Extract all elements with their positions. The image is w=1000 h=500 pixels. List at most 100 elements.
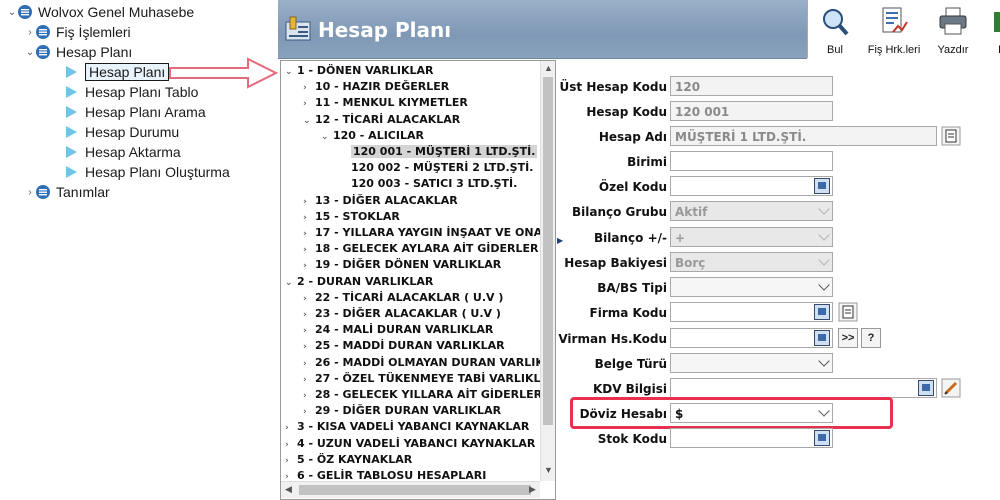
doviz-hesabi-select[interactable]: $ (670, 403, 833, 423)
bilanco-pm-select[interactable]: + (670, 227, 833, 247)
hesap-adi-field[interactable]: MÜŞTERİ 1 LTD.ŞTİ. (670, 126, 937, 146)
chevron-right-icon[interactable]: › (303, 226, 315, 242)
chevron-right-icon[interactable]: › (303, 356, 315, 372)
more-button[interactable]: I (984, 4, 1000, 56)
stok-kodu-field[interactable] (670, 428, 833, 448)
tree-row[interactable]: 120 003 - SATICI 3 LTD.ŞTİ. (339, 176, 517, 192)
chevron-right-icon[interactable]: › (303, 388, 315, 404)
chevron-right-icon[interactable]: › (303, 80, 315, 96)
birimi-field[interactable] (670, 151, 833, 171)
scroll-left-icon[interactable]: ◀ (285, 484, 292, 495)
chevron-right-icon[interactable]: › (303, 194, 315, 210)
voucher-movements-button[interactable]: Fiş Hrk.leri (866, 4, 922, 56)
scroll-thumb[interactable] (299, 485, 531, 495)
tree-row[interactable]: ⌄ 12 - TİCARİ ALACAKLAR (303, 112, 460, 128)
chevron-right-icon[interactable]: › (303, 242, 315, 258)
account-tree[interactable]: ⌄ 1 - DÖNEN VARLIKLAR › 10 - HAZIR DEĞERLER… (280, 60, 556, 500)
chevron-right-icon[interactable]: › (24, 186, 36, 198)
print-button[interactable]: Yazdır (928, 4, 978, 56)
tree-row[interactable]: › 24 - MALİ DURAN VARLIKLAR (303, 322, 493, 338)
kdv-bilgisi-field[interactable] (670, 378, 937, 398)
tree-row[interactable]: › 5 - ÖZ KAYNAKLAR (285, 452, 412, 468)
hesap-bakiyesi-select[interactable]: Borç (670, 252, 833, 272)
chevron-right-icon[interactable]: › (303, 372, 315, 388)
tree-row[interactable]: › 4 - UZUN VADELİ YABANCI KAYNAKLAR (285, 436, 535, 452)
ust-hesap-kodu-field[interactable]: 120 (670, 76, 833, 96)
chevron-right-icon[interactable]: › (303, 339, 315, 355)
chevron-right-icon[interactable]: › (303, 210, 315, 226)
nav-item-tanimlar[interactable]: › Tanımlar (24, 182, 109, 202)
tree-row[interactable]: › 26 - MADDİ OLMAYAN DURAN VARLIKLAR (303, 355, 555, 372)
lookup-icon[interactable] (814, 304, 830, 320)
nav-child-hesap-plani-arama[interactable]: Hesap Planı Arama (66, 102, 206, 122)
chevron-right-icon[interactable]: › (303, 96, 315, 112)
chevron-right-icon[interactable]: › (303, 258, 315, 274)
tree-row[interactable]: ⌄ 120 - ALICILAR (321, 128, 424, 144)
next-button[interactable]: >> (838, 328, 858, 348)
tree-row[interactable]: › 25 - MADDİ DURAN VARLIKLAR (303, 338, 505, 354)
nav-child-hesap-aktarma[interactable]: Hesap Aktarma (66, 142, 181, 162)
nav-item-fis-islemleri[interactable]: › Fiş İşlemleri (24, 22, 130, 42)
tree-row[interactable]: › 15 - STOKLAR (303, 209, 400, 225)
nav-child-hesap-plani-olusturma[interactable]: Hesap Planı Oluşturma (66, 162, 230, 182)
scroll-up-icon[interactable]: ▲ (544, 63, 553, 73)
lookup-icon[interactable] (814, 330, 830, 346)
tree-row[interactable]: ⌄ 1 - DÖNEN VARLIKLAR (285, 63, 434, 79)
hesap-kodu-field[interactable]: 120 001 (670, 101, 833, 121)
vertical-scrollbar[interactable]: ▲ ▼ (540, 61, 555, 481)
chevron-right-icon[interactable]: › (303, 307, 315, 323)
chevron-right-icon[interactable]: › (303, 323, 315, 339)
note-icon[interactable] (838, 302, 858, 322)
tree-row[interactable]: ›18 - GELECEK AYLARA AİT GİDERLER VE GEL… (303, 241, 555, 258)
scroll-right-icon[interactable]: ▶ (529, 484, 536, 495)
nav-child-hesap-durumu[interactable]: Hesap Durumu (66, 122, 179, 142)
edit-pen-icon[interactable] (941, 378, 961, 398)
virman-hs-kodu-field[interactable] (670, 328, 833, 348)
tree-row[interactable]: › 22 - TİCARİ ALACAKLAR ( U.V ) (303, 290, 503, 306)
chevron-down-icon[interactable]: ⌄ (285, 64, 297, 80)
chevron-down-icon[interactable]: ⌄ (285, 275, 297, 291)
chevron-right-icon[interactable]: › (285, 453, 297, 469)
tree-row[interactable]: ⌄ 2 - DURAN VARLIKLAR (285, 274, 433, 290)
nav-item-hesap-plani[interactable]: ⌄ Hesap Planı (24, 42, 132, 62)
tree-row[interactable]: › 13 - DİĞER ALACAKLAR (303, 193, 458, 209)
chevron-right-icon[interactable]: › (303, 291, 315, 307)
bilanco-grubu-select[interactable]: Aktif (670, 201, 833, 221)
chevron-right-icon[interactable]: › (285, 420, 297, 436)
splitter-arrow-icon[interactable]: ▶ (557, 236, 563, 245)
chevron-right-icon[interactable]: › (303, 404, 315, 420)
chevron-right-icon[interactable]: › (24, 26, 36, 38)
tree-row[interactable]: › 10 - HAZIR DEĞERLER (303, 79, 449, 95)
note-icon[interactable] (941, 126, 961, 146)
lookup-icon[interactable] (814, 430, 830, 446)
tree-row[interactable]: › 3 - KISA VADELİ YABANCI KAYNAKLAR (285, 419, 529, 435)
help-button[interactable]: ? (861, 328, 881, 348)
nav-root[interactable]: ⌄ Wolvox Genel Muhasebe (6, 2, 194, 22)
firma-kodu-field[interactable] (670, 302, 833, 322)
nav-child-hesap-plani[interactable]: Hesap Planı (66, 62, 170, 82)
ba-bs-tipi-select[interactable] (670, 277, 833, 297)
tree-row[interactable]: › 23 - DİĞER ALACAKLAR ( U.V ) (303, 306, 501, 322)
tree-row[interactable]: › 11 - MENKUL KIYMETLER (303, 95, 468, 111)
horizontal-scrollbar[interactable]: ◀ ▶ (281, 481, 540, 498)
tree-row[interactable]: › 17 - YILLARA YAYGIN İNŞAAT VE ONARIM (303, 225, 555, 242)
lookup-icon[interactable] (814, 178, 830, 194)
scroll-down-icon[interactable]: ▼ (544, 465, 553, 475)
find-button[interactable]: Bul (810, 4, 860, 56)
tree-row[interactable]: ›28 - GELECEK YILLARA AİT GİDERLER VE GE… (303, 387, 555, 404)
tree-row[interactable]: › 29 - DİĞER DURAN VARLIKLAR (303, 403, 501, 419)
navigation-tree: ⌄ Wolvox Genel Muhasebe › Fiş İşlemleri … (0, 0, 278, 200)
lookup-icon[interactable] (918, 380, 934, 396)
tree-row[interactable]: › 19 - DİĞER DÖNEN VARLIKLAR (303, 257, 501, 273)
scroll-thumb[interactable] (543, 77, 553, 425)
belge-turu-select[interactable] (670, 353, 833, 373)
chevron-down-icon[interactable]: ⌄ (303, 113, 315, 129)
chevron-down-icon[interactable]: ⌄ (321, 129, 333, 145)
chevron-right-icon[interactable]: › (285, 437, 297, 453)
tree-row[interactable]: 120 002 - MÜŞTERİ 2 LTD.ŞTİ. (339, 160, 533, 176)
tree-row[interactable]: › 27 - ÖZEL TÜKENMEYE TABİ VARLIKLAR (303, 371, 555, 388)
ozel-kodu-field[interactable] (670, 176, 833, 196)
chevron-down-icon[interactable]: ⌄ (6, 6, 18, 18)
tree-row[interactable]: 120 001 - MÜŞTERİ 1 LTD.ŞTİ. (339, 144, 538, 160)
chevron-down-icon[interactable]: ⌄ (24, 46, 36, 58)
